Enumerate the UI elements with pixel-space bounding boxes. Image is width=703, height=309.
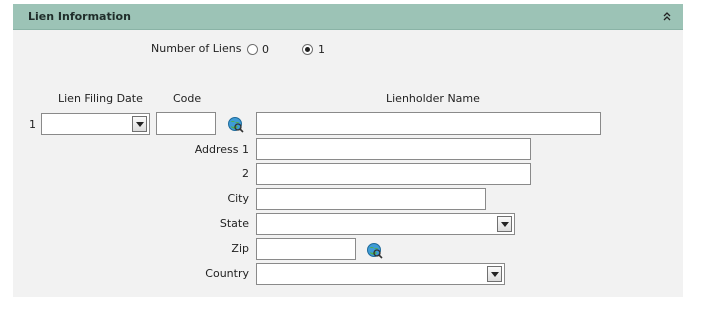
dropdown-arrow-icon[interactable] <box>497 216 512 232</box>
zip-label: Zip <box>231 242 249 255</box>
section-header[interactable]: Lien Information <box>13 4 683 30</box>
address2-label: 2 <box>242 167 249 180</box>
country-select[interactable] <box>256 263 505 285</box>
lien-filing-date-select[interactable] <box>41 113 150 135</box>
state-label: State <box>219 217 249 230</box>
number-of-liens-label: Number of Liens <box>151 42 242 55</box>
lienholder-name-header: Lienholder Name <box>386 92 480 105</box>
lien-filing-date-header: Lien Filing Date <box>58 92 143 105</box>
liens-radio-1-label: 1 <box>318 43 325 56</box>
liens-radio-0[interactable] <box>247 44 258 55</box>
section-title: Lien Information <box>28 10 131 23</box>
code-header: Code <box>173 92 202 105</box>
liens-radio-1[interactable] <box>302 44 313 55</box>
address1-label: Address 1 <box>194 143 249 156</box>
lienholder-name-input[interactable] <box>256 112 601 135</box>
address1-input[interactable] <box>256 138 531 160</box>
lien-information-panel: Lien Information Number of Liens 0 1 Lie… <box>13 4 683 297</box>
row-index: 1 <box>29 118 36 131</box>
country-label: Country <box>205 267 249 280</box>
zip-input[interactable] <box>256 238 356 260</box>
liens-radio-0-label: 0 <box>262 43 269 56</box>
globe-search-icon[interactable] <box>227 116 244 133</box>
double-chevron-up-icon[interactable] <box>661 10 673 22</box>
city-input[interactable] <box>256 188 486 210</box>
globe-search-icon[interactable] <box>366 242 383 259</box>
code-input[interactable] <box>156 112 216 135</box>
dropdown-arrow-icon[interactable] <box>487 266 502 282</box>
state-select[interactable] <box>256 213 515 235</box>
dropdown-arrow-icon[interactable] <box>132 116 147 132</box>
city-label: City <box>227 192 249 205</box>
address2-input[interactable] <box>256 163 531 185</box>
